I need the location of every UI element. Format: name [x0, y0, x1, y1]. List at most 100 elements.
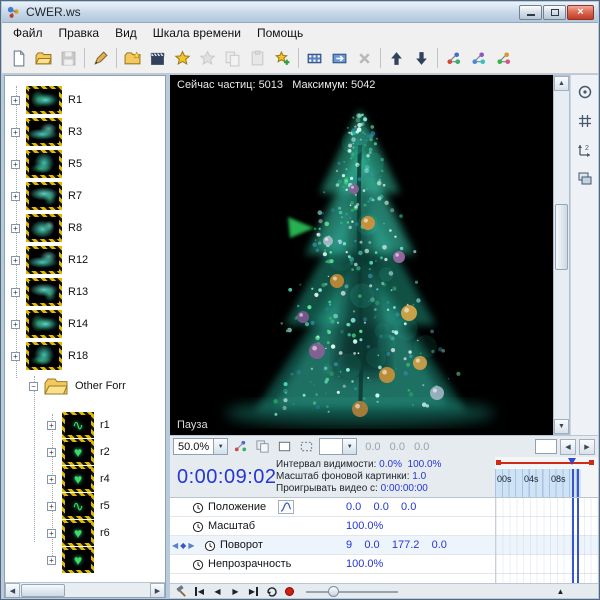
clapperboard-icon[interactable] — [145, 46, 170, 71]
interval-start-handle[interactable] — [496, 460, 501, 465]
layers-icon[interactable] — [574, 169, 596, 189]
scroll-right-icon[interactable]: ▶ — [150, 583, 165, 598]
keyframe-line[interactable] — [577, 498, 579, 584]
visible-range[interactable]: 00s 04s 08s — [495, 469, 581, 497]
tree-item[interactable]: +R8 — [11, 214, 82, 242]
expand-icon[interactable]: + — [11, 160, 20, 169]
grid-icon[interactable] — [574, 111, 596, 131]
delete-icon[interactable] — [352, 46, 377, 71]
tracks-timeline-area[interactable] — [495, 498, 598, 583]
particles-view-icon[interactable] — [231, 438, 250, 456]
scroll-up-icon[interactable]: ▲ — [554, 76, 569, 91]
keyframe-line[interactable] — [572, 469, 574, 497]
keyframe-line[interactable] — [577, 469, 579, 497]
star-icon[interactable] — [195, 46, 220, 71]
curve-editor-icon[interactable] — [278, 500, 294, 514]
open-folder-icon[interactable] — [31, 46, 56, 71]
tree-item[interactable]: +∿r1 — [47, 412, 110, 438]
expand-icon[interactable]: + — [47, 502, 56, 511]
move-up-icon[interactable] — [384, 46, 409, 71]
menu-help[interactable]: Помощь — [249, 24, 311, 42]
expand-icon[interactable]: + — [47, 475, 56, 484]
expand-icon[interactable]: + — [11, 224, 20, 233]
speed-slider[interactable] — [306, 585, 398, 598]
copy-icon[interactable] — [220, 46, 245, 71]
viewport-vertical-scrollbar[interactable]: ▲ ▼ — [553, 75, 570, 435]
import-frames-icon[interactable] — [327, 46, 352, 71]
expand-icon[interactable]: + — [11, 128, 20, 137]
expand-icon[interactable]: + — [11, 192, 20, 201]
interval-end-handle[interactable] — [589, 460, 594, 465]
expand-icon[interactable]: + — [11, 288, 20, 297]
pan-left-icon[interactable]: ◀ — [560, 439, 576, 455]
tree-horizontal-scrollbar[interactable]: ◀ ▶ — [5, 582, 165, 597]
title-bar[interactable]: CWER.ws × — [2, 2, 598, 23]
key-diamond-icon[interactable]: ◆ — [180, 541, 186, 550]
tree-item[interactable]: +R7 — [11, 182, 82, 210]
chevron-down-icon[interactable]: ▼ — [213, 439, 227, 454]
collapse-icon[interactable]: − — [29, 382, 38, 391]
expand-icon[interactable]: + — [47, 448, 56, 457]
zoom-select[interactable]: 50.0%▼ — [173, 438, 228, 455]
scroll-left-icon[interactable]: ◀ — [5, 583, 20, 598]
first-frame-icon[interactable]: ◀ — [192, 585, 207, 598]
add-star-icon[interactable] — [270, 46, 295, 71]
save-icon[interactable] — [56, 46, 81, 71]
tools-icon[interactable] — [174, 585, 189, 598]
expand-icon[interactable]: + — [47, 421, 56, 430]
scrollbar-thumb[interactable] — [21, 584, 65, 597]
emitter-blue-icon[interactable] — [466, 46, 491, 71]
tree-folder[interactable]: − Other Forr — [29, 374, 126, 398]
timeline-ruler[interactable]: 00s 04s 08s — [495, 457, 598, 497]
tree-item[interactable]: +R14 — [11, 310, 88, 338]
tree-item[interactable]: +∿r5 — [47, 493, 110, 519]
tree-item[interactable]: +R3 — [11, 118, 82, 146]
expand-icon[interactable]: + — [11, 352, 20, 361]
record-icon[interactable] — [282, 585, 297, 598]
export-frames-icon[interactable] — [302, 46, 327, 71]
expand-icon[interactable]: + — [11, 96, 20, 105]
tree-item[interactable]: +♥r4 — [47, 466, 110, 492]
maximize-button[interactable] — [543, 5, 566, 20]
tree-item[interactable]: +R5 — [11, 150, 82, 178]
color-swatch[interactable] — [535, 439, 557, 454]
ring-icon[interactable] — [574, 82, 596, 102]
prev-key-icon[interactable]: ◀ — [172, 541, 178, 550]
chevron-down-icon[interactable]: ▼ — [342, 439, 356, 454]
expand-icon[interactable]: + — [47, 556, 56, 565]
menu-edit[interactable]: Правка — [51, 24, 108, 42]
menu-timeline[interactable]: Шкала времени — [145, 24, 249, 42]
selection-icon[interactable] — [297, 438, 316, 456]
new-document-icon[interactable] — [6, 46, 31, 71]
menu-view[interactable]: Вид — [107, 24, 145, 42]
playhead-marker[interactable] — [568, 458, 576, 465]
expand-icon[interactable]: + — [47, 529, 56, 538]
keyframe-line[interactable] — [572, 498, 574, 584]
menu-file[interactable]: Файл — [5, 24, 51, 42]
tree-item[interactable]: +♥r2 — [47, 439, 110, 465]
slider-handle[interactable] — [328, 586, 339, 597]
expand-icon[interactable]: + — [11, 320, 20, 329]
emitter-green-icon[interactable] — [491, 46, 516, 71]
frame-icon[interactable] — [275, 438, 294, 456]
scrollbar-thumb[interactable] — [555, 204, 568, 270]
scroll-down-icon[interactable]: ▼ — [554, 419, 569, 434]
move-down-icon[interactable] — [409, 46, 434, 71]
axes-icon[interactable]: 2 — [574, 140, 596, 160]
tree-item[interactable]: +R1 — [11, 86, 82, 114]
tree-item[interactable]: +♥r6 — [47, 520, 110, 546]
pan-right-icon[interactable]: ▶ — [579, 439, 595, 455]
tree-item[interactable]: +R12 — [11, 246, 88, 274]
close-button[interactable]: × — [567, 5, 594, 20]
new-folder-icon[interactable] — [120, 46, 145, 71]
background-select[interactable]: ▼ — [319, 438, 357, 455]
next-key-icon[interactable]: ▶ — [188, 541, 194, 550]
step-back-icon[interactable]: ◀ — [210, 585, 225, 598]
new-star-icon[interactable] — [170, 46, 195, 71]
expand-panel-icon[interactable]: ▲ — [553, 585, 568, 598]
emitter-red-icon[interactable] — [441, 46, 466, 71]
preview-viewport[interactable]: Сейчас частиц: 5013 Максимум: 5042 Пауза — [170, 75, 553, 435]
play-icon[interactable]: ▶ — [228, 585, 243, 598]
copy-view-icon[interactable] — [253, 438, 272, 456]
loop-icon[interactable] — [264, 585, 279, 598]
